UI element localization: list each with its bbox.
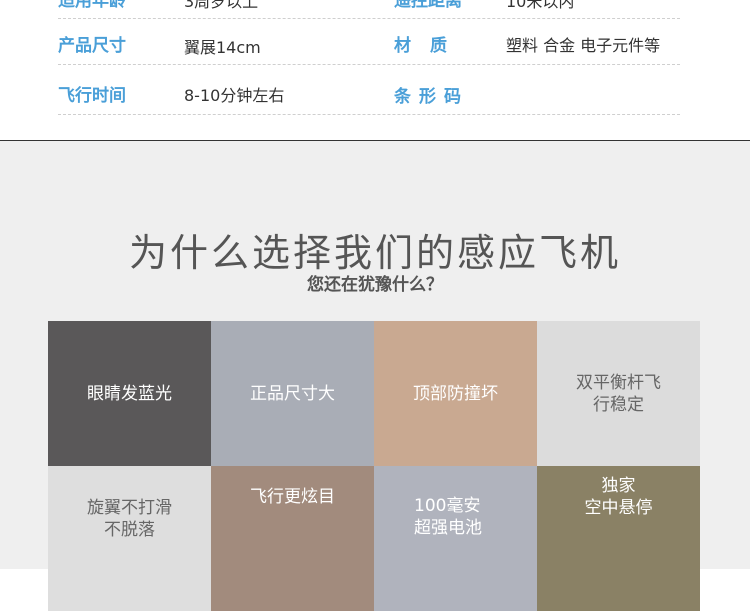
spec-value-flight-time: 8-10分钟左右 bbox=[184, 86, 285, 105]
spec-divider bbox=[58, 18, 680, 20]
feature-label: 空中悬停 bbox=[584, 497, 653, 518]
spec-label-age: 适用年龄 bbox=[58, 0, 126, 11]
spec-label-flight-time: 飞行时间 bbox=[58, 86, 126, 106]
spec-divider bbox=[58, 114, 680, 116]
feature-tile: 双平衡杆飞 行稳定 bbox=[537, 321, 700, 466]
feature-label: 100毫安 bbox=[414, 495, 481, 516]
feature-tile: 100毫安 超强电池 bbox=[374, 466, 537, 611]
section-title: 为什么选择我们的感应飞机 bbox=[128, 231, 621, 275]
feature-label: 眼睛发蓝光 bbox=[87, 383, 172, 404]
feature-label: 双平衡杆飞 bbox=[576, 372, 661, 393]
feature-label: 正品尺寸大 bbox=[250, 383, 335, 404]
section-subtitle: 您还在犹豫什么？ bbox=[307, 275, 443, 295]
feature-label: 行稳定 bbox=[593, 394, 644, 415]
spec-value-material: 塑料 合金 电子元件等 bbox=[506, 36, 661, 55]
feature-tile: 独家 空中悬停 bbox=[537, 466, 700, 611]
feature-tile: 旋翼不打滑 不脱落 bbox=[48, 466, 211, 611]
feature-tile: 眼睛发蓝光 bbox=[48, 321, 211, 466]
spec-label-size: 产品尺寸 bbox=[58, 36, 126, 56]
spec-label-material: 材质 bbox=[394, 36, 466, 56]
feature-tile: 顶部防撞坏 bbox=[374, 321, 537, 466]
spec-value-size: 翼展14cm bbox=[184, 38, 261, 57]
feature-tile: 飞行更炫目 bbox=[211, 466, 374, 611]
spec-table: 适用年龄 3周岁以上 遥控距离 10米以内 产品尺寸 翼展14cm 材质 塑料 … bbox=[0, 0, 750, 140]
spec-value-age: 3周岁以上 bbox=[184, 0, 259, 11]
feature-label: 超强电池 bbox=[414, 517, 482, 538]
feature-label: 不脱落 bbox=[104, 519, 155, 540]
spec-label-barcode: 条形码 bbox=[394, 87, 469, 107]
feature-label: 旋翼不打滑 bbox=[87, 497, 172, 518]
feature-label: 顶部防撞坏 bbox=[413, 383, 498, 404]
spec-value-range: 10米以内 bbox=[506, 0, 575, 11]
feature-label: 独家 bbox=[601, 475, 636, 496]
spec-divider bbox=[58, 64, 680, 66]
feature-label: 飞行更炫目 bbox=[250, 486, 335, 507]
feature-tile: 正品尺寸大 bbox=[211, 321, 374, 466]
spec-label-range: 遥控距离 bbox=[394, 0, 462, 11]
